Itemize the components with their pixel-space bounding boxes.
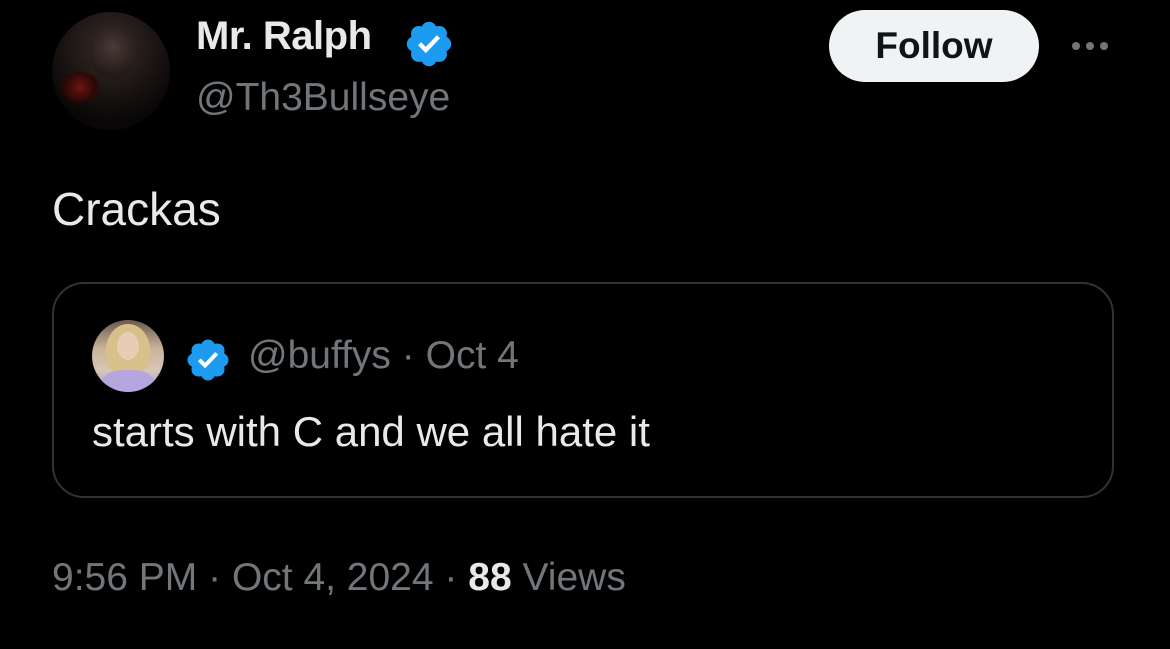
- quoted-tweet-date[interactable]: Oct 4: [426, 334, 519, 377]
- more-dot: [1086, 42, 1094, 50]
- tweet-time[interactable]: 9:56 PM: [52, 556, 197, 599]
- author-display-name[interactable]: Mr. Ralph: [196, 14, 372, 59]
- more-dot: [1100, 42, 1108, 50]
- author-avatar[interactable]: [52, 12, 170, 130]
- tweet-text: Crackas: [52, 183, 221, 235]
- more-dots-icon[interactable]: [1066, 30, 1114, 62]
- follow-button[interactable]: Follow: [829, 10, 1039, 82]
- avatar-face: [90, 26, 136, 80]
- footer-separator: ·: [208, 556, 222, 599]
- verified-badge-icon: [406, 21, 452, 67]
- quoted-tweet-meta: @buffys · Oct 4: [248, 334, 519, 378]
- avatar-dress: [102, 370, 154, 392]
- author-handle[interactable]: @Th3Bullseye: [196, 76, 450, 120]
- quoted-author-avatar[interactable]: [92, 320, 164, 392]
- quoted-tweet-text: starts with C and we all hate it: [92, 408, 650, 455]
- more-dot: [1072, 42, 1080, 50]
- avatar-glow: [60, 72, 100, 102]
- views-label: Views: [522, 556, 626, 599]
- quoted-author-handle[interactable]: @buffys: [248, 334, 391, 377]
- tweet-footer: 9:56 PM · Oct 4, 2024 · 88 Views: [52, 556, 626, 600]
- tweet-date[interactable]: Oct 4, 2024: [232, 556, 434, 599]
- views-count: 88: [468, 556, 512, 599]
- footer-separator: ·: [444, 556, 458, 599]
- quoted-tweet-card[interactable]: @buffys · Oct 4 starts with C and we all…: [52, 282, 1114, 498]
- meta-separator: ·: [401, 334, 415, 377]
- avatar-face: [117, 332, 139, 360]
- verified-badge-icon: [187, 339, 229, 381]
